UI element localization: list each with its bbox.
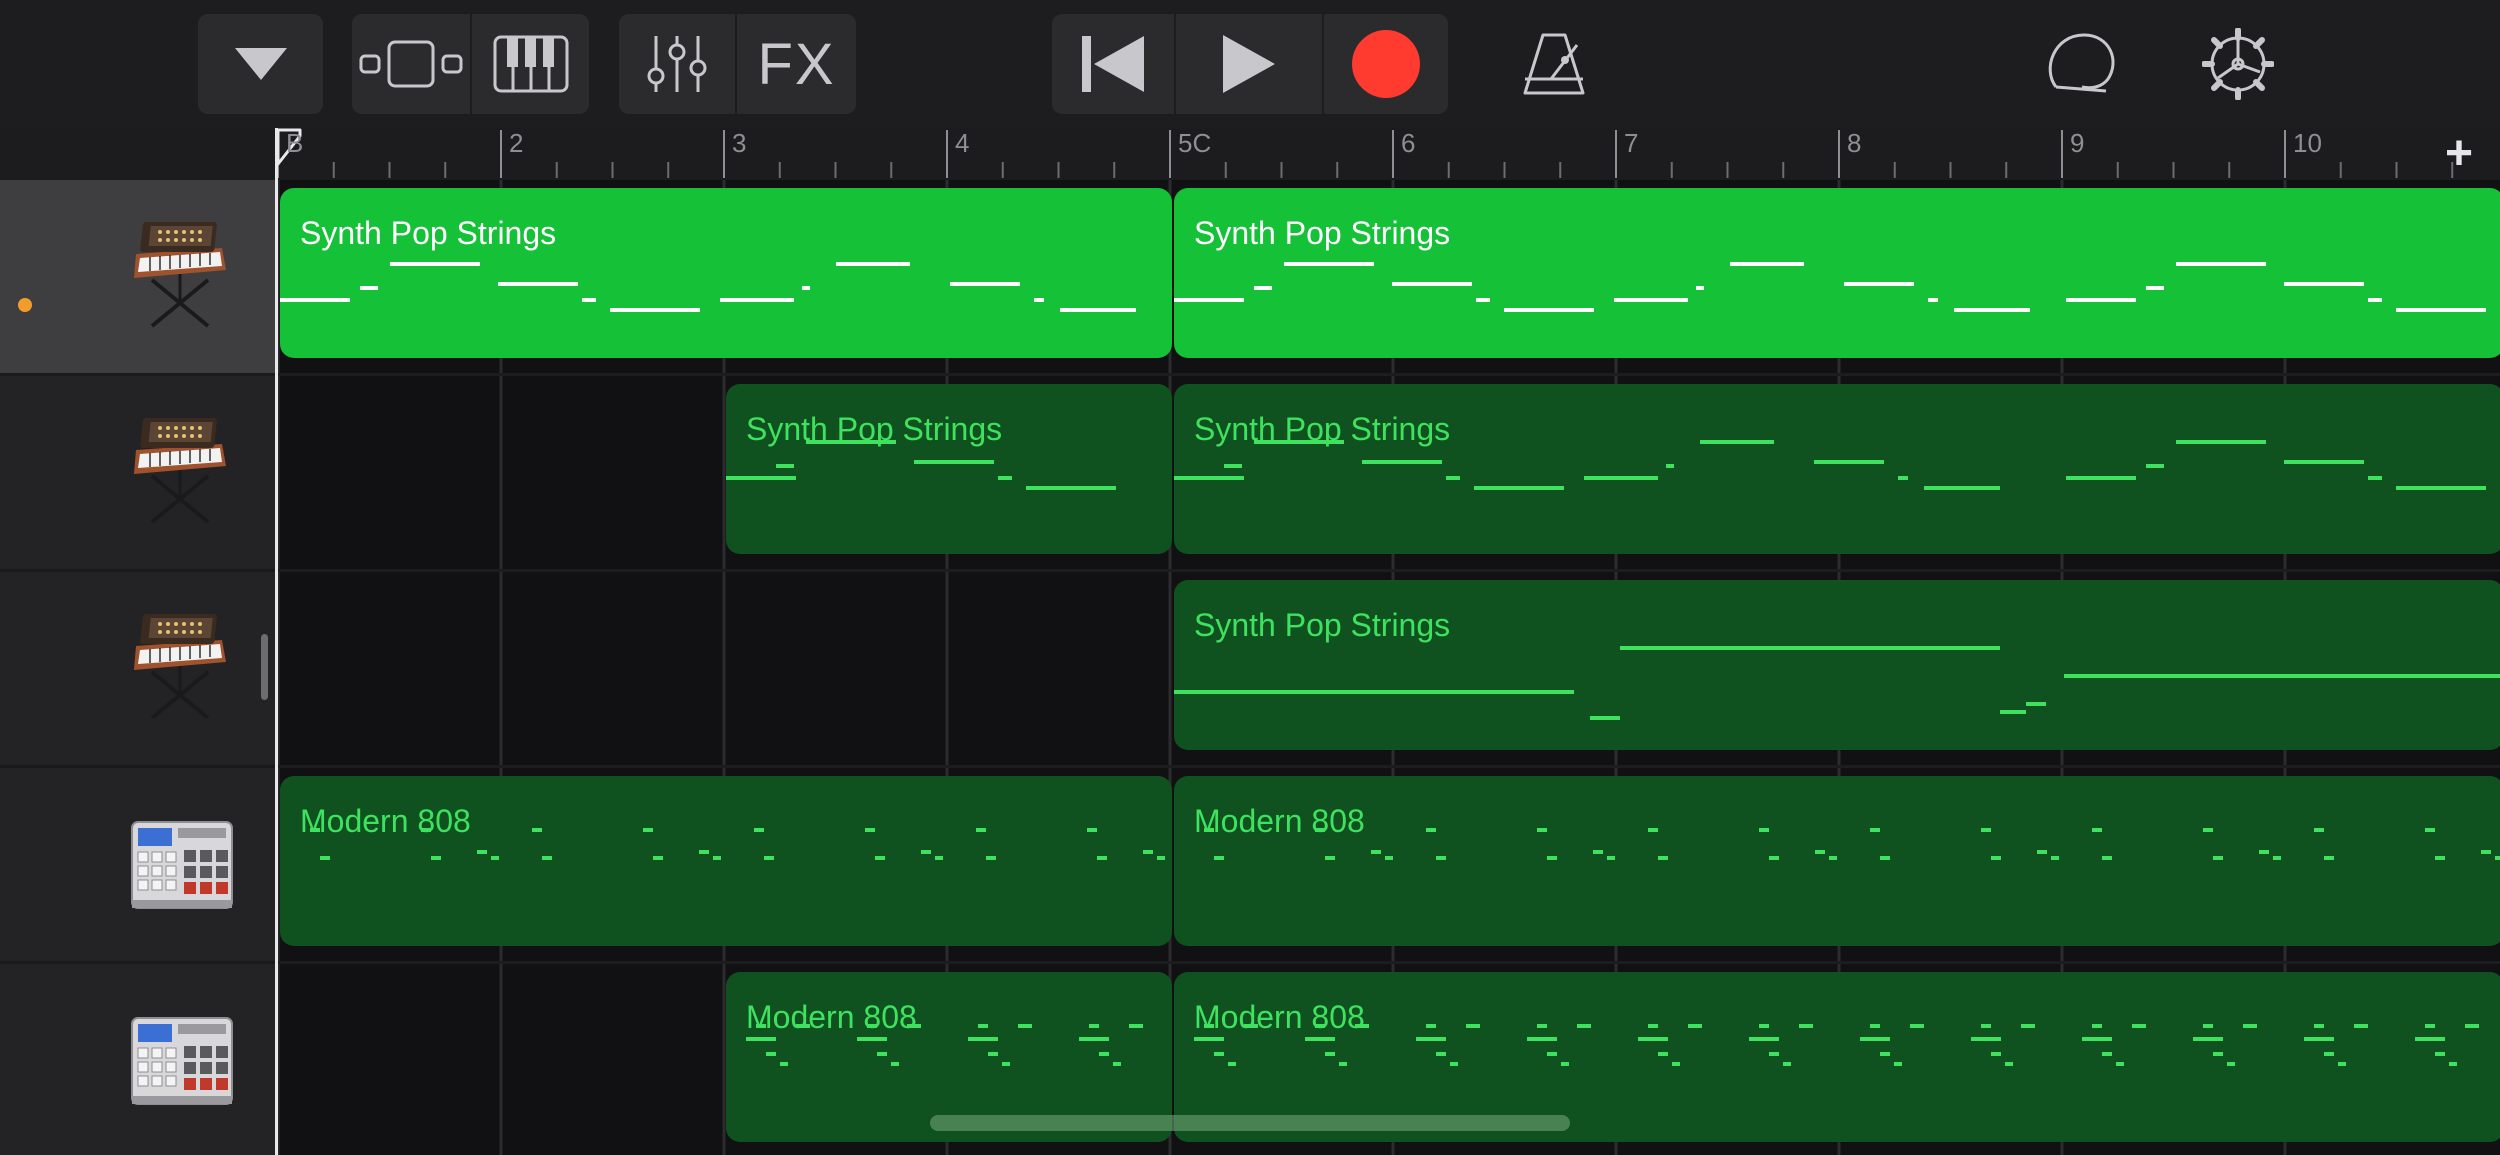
ruler-ticks	[277, 130, 2454, 178]
keyboard-button[interactable]	[472, 14, 589, 114]
mixer-button[interactable]	[619, 14, 735, 114]
bar-number: B	[286, 128, 304, 158]
tracks-view-icon	[359, 40, 463, 88]
track-armed-indicator	[18, 298, 32, 312]
record-button[interactable]	[1324, 14, 1448, 114]
midi-note-pattern	[726, 440, 1116, 490]
region[interactable]: Synth Pop Strings	[1174, 188, 2500, 358]
metronome-icon	[1523, 33, 1585, 95]
track-header[interactable]	[0, 572, 275, 768]
transport-group	[1052, 14, 1448, 114]
region[interactable]: Synth Pop Strings	[280, 188, 1172, 358]
mixer-fx-group: FX	[619, 14, 856, 114]
add-track-button[interactable]: +	[2436, 128, 2482, 180]
loop-browser-button[interactable]	[2042, 24, 2126, 104]
midi-note-pattern	[1204, 828, 2500, 860]
bar-number: 8	[1847, 128, 1862, 158]
track-options-group	[198, 14, 323, 114]
metronome-button[interactable]	[1512, 24, 1596, 104]
go-to-beginning-button[interactable]	[1052, 14, 1174, 114]
tracks-timeline[interactable]: Synth Pop Strings Synth Pop Strings Synth …	[278, 180, 2500, 1155]
synth-keyboard-icon	[134, 418, 226, 524]
track-header[interactable]	[0, 180, 275, 376]
drum-machine-icon	[131, 821, 233, 909]
playhead-line	[275, 128, 278, 1155]
track-lane[interactable]: Synth Pop Strings Synth Pop Strings	[278, 376, 2500, 572]
track-lane[interactable]: Synth Pop Strings Synth Pop Strings	[278, 180, 2500, 376]
midi-note-pattern	[1174, 262, 2486, 312]
bar-number: 3	[732, 128, 747, 158]
track-options-button[interactable]	[198, 14, 323, 114]
instrument-icon	[130, 606, 230, 729]
bar-ruler[interactable]: B 2 3 4 5C 6 7 8 9 10	[0, 128, 2500, 180]
region[interactable]: Synth Pop Strings	[1174, 580, 2500, 750]
midi-note-pattern	[310, 828, 1165, 860]
header-resize-handle[interactable]	[261, 634, 268, 700]
track-header[interactable]	[0, 964, 275, 1155]
horizontal-scrollbar[interactable]	[930, 1115, 1570, 1131]
track-lane[interactable]: Modern 808 Modern 808	[278, 768, 2500, 964]
piano-keyboard-icon	[493, 35, 568, 93]
tracks-view-button[interactable]	[352, 14, 470, 114]
garageband-tracks-view: FX B 2 3 4 5C 6 7 8 9 10 + Synth Pop Str…	[0, 0, 2500, 1155]
instrument-icon	[130, 410, 230, 533]
bar-number: 2	[509, 128, 524, 158]
track-lane[interactable]: Synth Pop Strings	[278, 572, 2500, 768]
bar-number: 5C	[1178, 128, 1212, 158]
chevron-down-icon	[234, 48, 287, 80]
track-header[interactable]	[0, 376, 275, 572]
synth-keyboard-icon	[134, 614, 226, 720]
fx-label: FX	[757, 31, 836, 97]
midi-note-pattern	[1174, 646, 2500, 720]
region[interactable]: Synth Pop Strings	[726, 384, 1172, 554]
view-group	[352, 14, 589, 114]
fx-button[interactable]: FX	[737, 14, 856, 114]
region[interactable]: Modern 808	[280, 776, 1172, 946]
gear-icon	[2202, 28, 2274, 100]
settings-button[interactable]	[2196, 24, 2280, 104]
track-header[interactable]	[0, 768, 275, 964]
bar-number: 6	[1401, 128, 1416, 158]
bar-number: 9	[2070, 128, 2085, 158]
midi-note-pattern	[280, 262, 1136, 312]
instrument-icon	[130, 820, 234, 917]
play-button[interactable]	[1176, 14, 1322, 114]
region[interactable]: Synth Pop Strings	[1174, 384, 2500, 554]
midi-note-pattern	[1174, 440, 2486, 490]
instrument-icon	[130, 1016, 234, 1113]
record-icon	[1352, 30, 1420, 98]
control-bar: FX	[0, 0, 2500, 128]
bar-number: 10	[2293, 128, 2322, 158]
play-icon	[1223, 35, 1275, 93]
sliders-icon	[647, 36, 707, 92]
drum-machine-icon	[131, 1017, 233, 1105]
bar-number: 4	[955, 128, 970, 158]
synth-keyboard-icon	[134, 222, 226, 328]
instrument-icon	[130, 214, 230, 337]
loop-browser-icon	[2048, 33, 2115, 93]
bar-number: 7	[1624, 128, 1639, 158]
skip-back-icon	[1082, 36, 1144, 92]
region[interactable]: Modern 808	[1174, 776, 2500, 946]
